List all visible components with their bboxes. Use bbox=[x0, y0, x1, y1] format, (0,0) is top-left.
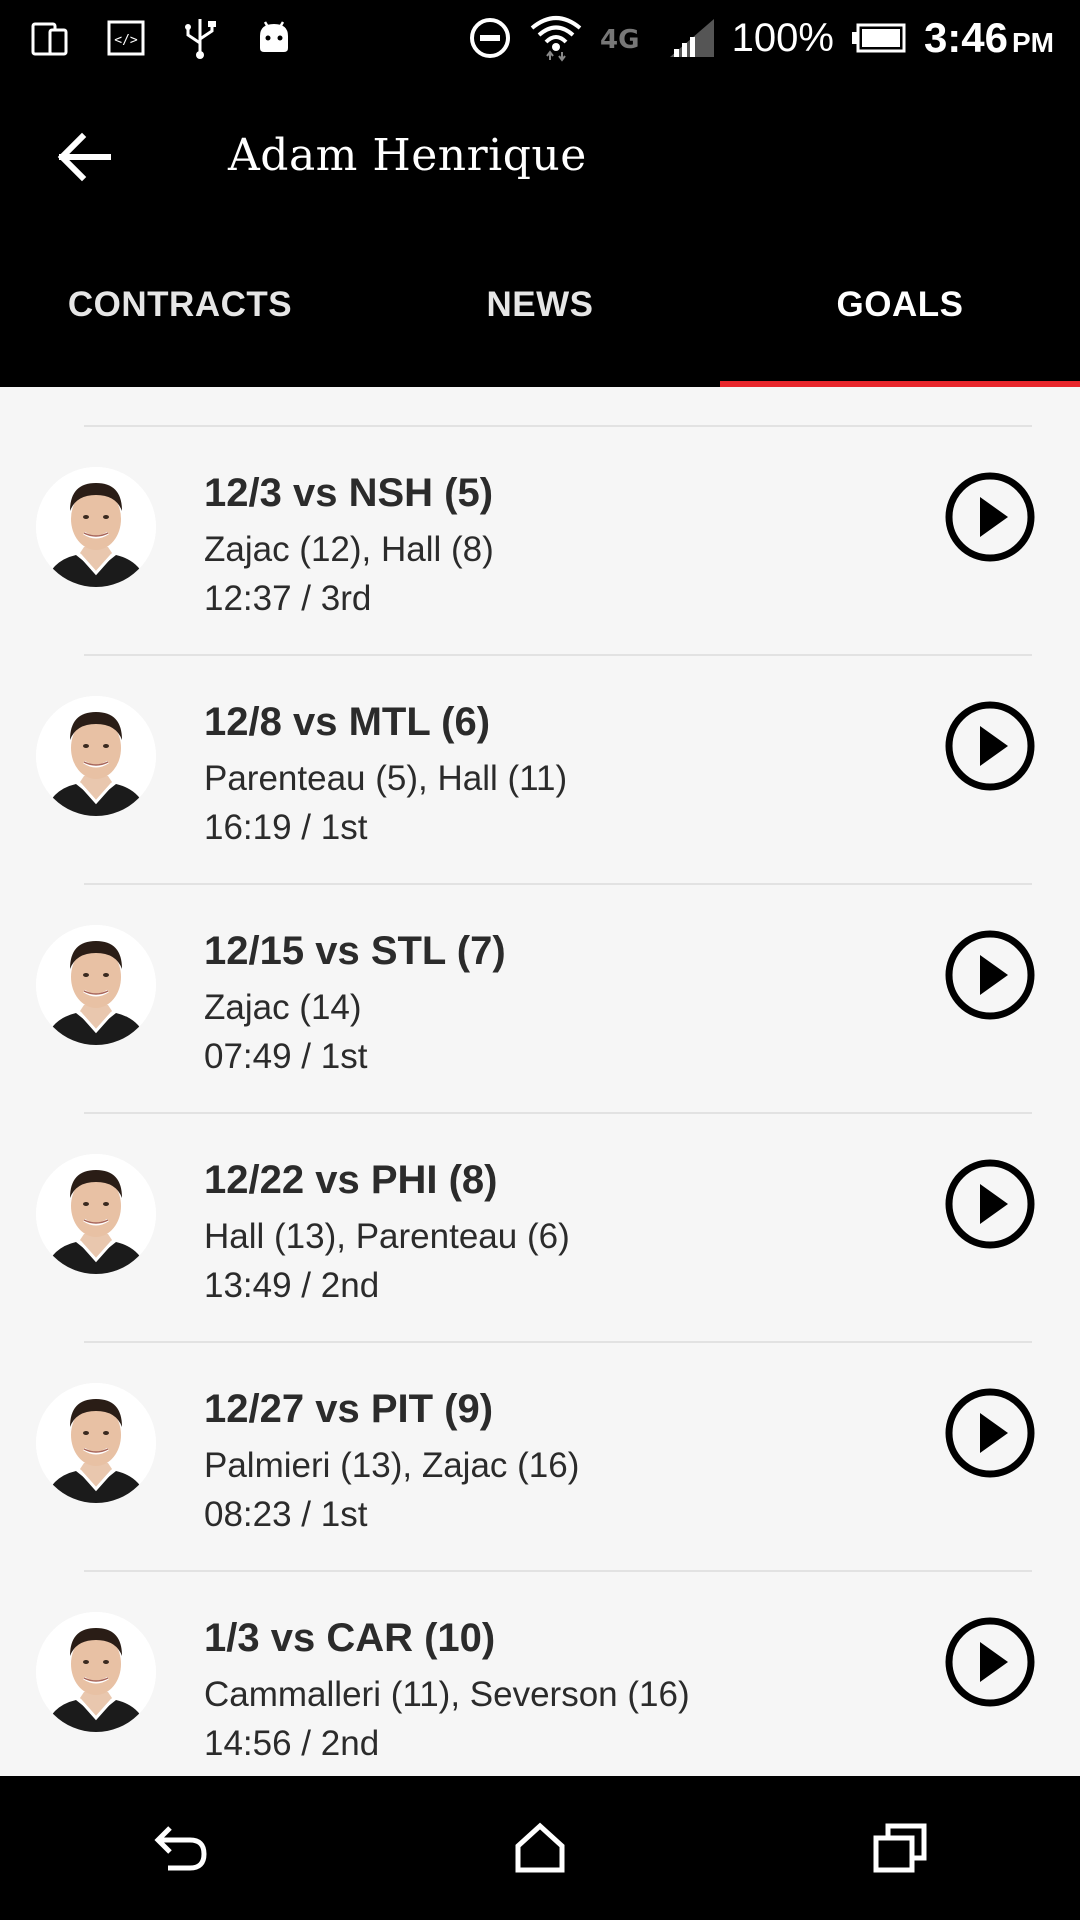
player-avatar bbox=[36, 925, 156, 1045]
goal-time: 13:49 / 2nd bbox=[204, 1266, 380, 1305]
play-video-button[interactable] bbox=[942, 1614, 1038, 1710]
play-circle-icon bbox=[945, 1388, 1035, 1478]
do-not-disturb-icon bbox=[468, 16, 512, 60]
goal-title: 12/15 vs STL (7) bbox=[204, 929, 506, 973]
goal-time: 12:37 / 3rd bbox=[204, 579, 372, 618]
goal-assists: Zajac (12), Hall (8) bbox=[204, 530, 494, 569]
goal-title: 12/22 vs PHI (8) bbox=[204, 1158, 498, 1202]
play-circle-icon bbox=[945, 930, 1035, 1020]
network-type-icon: 4G bbox=[600, 20, 652, 56]
play-video-button[interactable] bbox=[942, 927, 1038, 1023]
app-bar: Adam Henrique bbox=[0, 76, 1080, 240]
play-video-button[interactable] bbox=[942, 1385, 1038, 1481]
battery-icon bbox=[850, 22, 908, 54]
goal-assists: Parenteau (5), Hall (11) bbox=[204, 759, 568, 798]
goal-list-item[interactable]: 12/22 vs PHI (8) Hall (13), Parenteau (6… bbox=[0, 1114, 1080, 1343]
device-icon bbox=[30, 18, 70, 58]
tab-contracts[interactable]: CONTRACTS bbox=[0, 240, 360, 387]
goal-assists: Cammalleri (11), Severson (16) bbox=[204, 1675, 690, 1714]
play-circle-icon bbox=[945, 1617, 1035, 1707]
goal-list-item[interactable]: 12/8 vs MTL (6) Parenteau (5), Hall (11)… bbox=[0, 656, 1080, 885]
arrow-left-icon bbox=[57, 132, 111, 182]
play-video-button[interactable] bbox=[942, 1156, 1038, 1252]
play-video-button[interactable] bbox=[942, 469, 1038, 565]
goal-list-item[interactable]: 12/3 vs NSH (5) Zajac (12), Hall (8) 12:… bbox=[0, 427, 1080, 656]
goal-list-item[interactable]: 12/27 vs PIT (9) Palmieri (13), Zajac (1… bbox=[0, 1343, 1080, 1572]
player-avatar bbox=[36, 1154, 156, 1274]
goal-list-item[interactable]: 12/15 vs STL (7) Zajac (14) 07:49 / 1st bbox=[0, 885, 1080, 1114]
android-icon bbox=[254, 18, 294, 58]
back-icon bbox=[154, 1826, 207, 1871]
player-avatar bbox=[36, 467, 156, 587]
goal-title: 12/3 vs NSH (5) bbox=[204, 471, 494, 515]
wifi-icon bbox=[528, 14, 584, 62]
nav-recents-button[interactable] bbox=[840, 1798, 960, 1898]
battery-percent: 100% bbox=[731, 15, 834, 60]
tab-goals[interactable]: GOALS bbox=[720, 240, 1080, 387]
tab-news[interactable]: NEWS bbox=[360, 240, 720, 387]
play-circle-icon bbox=[945, 701, 1035, 791]
svg-text:4G: 4G bbox=[600, 25, 639, 55]
goal-time: 16:19 / 1st bbox=[204, 808, 368, 847]
nav-home-button[interactable] bbox=[480, 1798, 600, 1898]
usb-icon bbox=[182, 17, 218, 59]
player-avatar bbox=[36, 696, 156, 816]
player-avatar bbox=[36, 1612, 156, 1732]
goal-title: 12/8 vs MTL (6) bbox=[204, 700, 491, 744]
system-nav-bar bbox=[0, 1776, 1080, 1920]
developer-icon: </> bbox=[106, 18, 146, 58]
svg-text:</>: </> bbox=[114, 33, 138, 48]
goal-title: 1/3 vs CAR (10) bbox=[204, 1616, 496, 1660]
goal-time: 08:23 / 1st bbox=[204, 1495, 368, 1534]
play-video-button[interactable] bbox=[942, 698, 1038, 794]
page-title: Adam Henrique bbox=[228, 130, 587, 181]
signal-icon bbox=[668, 17, 716, 59]
back-button[interactable] bbox=[44, 124, 124, 190]
goal-time: 14:56 / 2nd bbox=[204, 1724, 380, 1763]
home-icon bbox=[515, 1822, 565, 1873]
player-avatar bbox=[36, 1383, 156, 1503]
nav-back-button[interactable] bbox=[120, 1798, 240, 1898]
clock: 3:46 PM bbox=[923, 14, 1054, 61]
goals-list[interactable]: 12/3 vs NSH (5) Zajac (12), Hall (8) 12:… bbox=[0, 387, 1080, 1776]
tab-bar: CONTRACTS NEWS GOALS bbox=[0, 240, 1080, 387]
goal-title: 12/27 vs PIT (9) bbox=[204, 1387, 494, 1431]
goal-assists: Palmieri (13), Zajac (16) bbox=[204, 1446, 580, 1485]
goal-time: 07:49 / 1st bbox=[204, 1037, 368, 1076]
recents-icon bbox=[873, 1823, 927, 1873]
goal-assists: Hall (13), Parenteau (6) bbox=[204, 1217, 570, 1256]
goal-assists: Zajac (14) bbox=[204, 988, 362, 1027]
status-bar: </> 4G 100% 3:46 PM bbox=[0, 0, 1080, 76]
goal-list-item[interactable]: 1/3 vs CAR (10) Cammalleri (11), Severso… bbox=[0, 1572, 1080, 1776]
tab-goals-label: GOALS bbox=[836, 284, 964, 324]
play-circle-icon bbox=[945, 472, 1035, 562]
play-circle-icon bbox=[945, 1159, 1035, 1249]
